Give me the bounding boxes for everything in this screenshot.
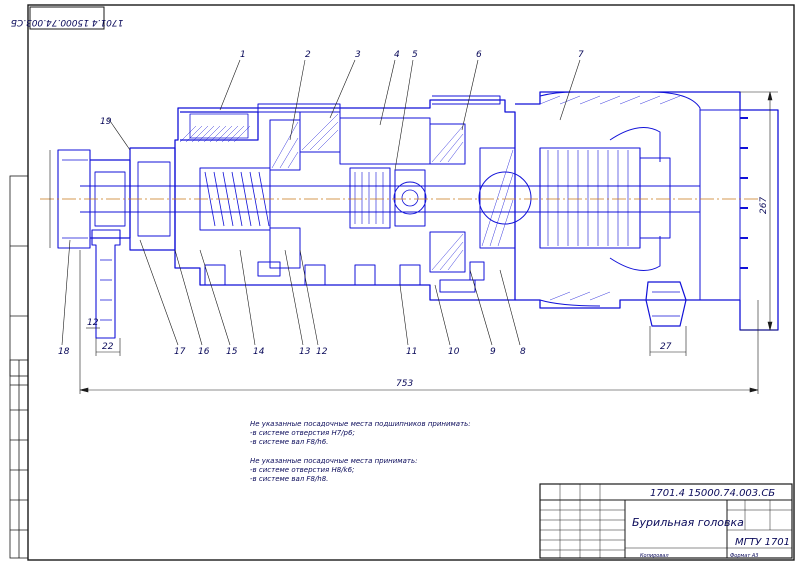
technical-notes: Не указанные посадочные места подшипнико… [250,420,471,484]
callout-2: 2 [305,50,311,60]
callout-14: 14 [253,347,265,357]
callout-6: 6 [476,50,482,60]
tb-copied: Копировал [640,553,669,559]
callout-13: 13 [299,347,311,357]
callout-12: 12 [316,347,328,357]
callout-17: 17 [174,347,186,357]
top-code-label: 1701.4 15000.74.003.СБ [11,17,124,27]
callout-15: 15 [226,347,238,357]
tb-title: Бурильная головка [632,516,744,529]
callout-4: 4 [394,50,400,60]
note-line-6: -в системе вал F8/h8. [250,475,329,483]
callout-8: 8 [520,347,526,357]
callout-7: 7 [578,50,584,60]
callout-5: 5 [412,50,418,60]
callout-9: 9 [490,347,496,357]
callout-16: 16 [198,347,210,357]
tb-document-code: 1701.4 15000.74.003.СБ [650,488,775,499]
note-line-5: -в системе отверстия Н8/k6; [250,466,355,474]
callout-1: 1 [240,50,246,60]
dim-d1: 22 [102,342,114,352]
callout-10: 10 [448,347,460,357]
note-line-3: -в системе вал F8/h6. [250,438,329,446]
note-line-2: -в системе отверстия Н7/p6; [250,429,355,437]
dim-height-right: 267 [759,197,769,214]
callout-11: 11 [406,347,417,357]
tb-format: Формат А3 [730,553,758,559]
dim-d2: 12 [87,318,99,328]
callout-19: 19 [100,117,112,127]
dim-overall-length: 753 [396,379,413,389]
callout-3: 3 [355,50,361,60]
dim-d3: 27 [660,342,672,352]
note-line-4: Не указанные посадочные места принимать: [250,457,418,465]
callout-18: 18 [58,347,70,357]
note-line-1: Не указанные посадочные места подшипнико… [250,420,471,428]
tb-org: МГТУ 1701 [735,537,790,548]
